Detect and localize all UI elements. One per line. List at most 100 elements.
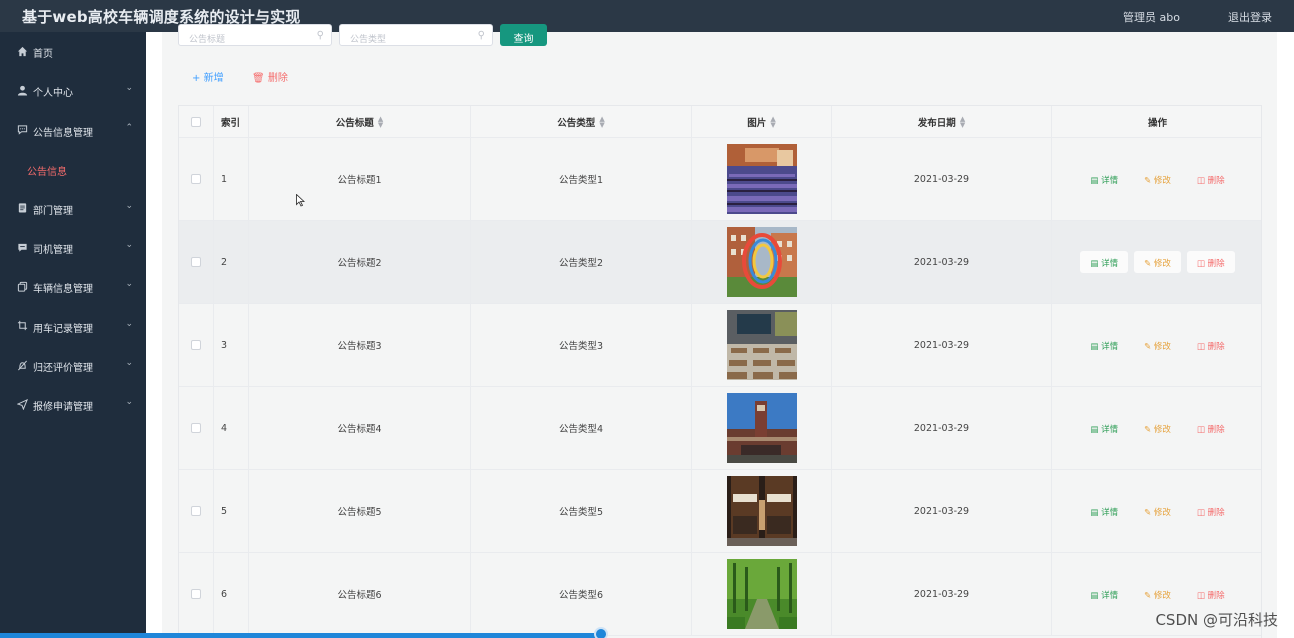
- auditorium-image[interactable]: [726, 144, 797, 214]
- notice-table: 索引 公告标题 ▲ ▼ 公告类型 ▲ ▼ 图片 ▲ ▼ 发布日期 ▲ ▼ 操作 1: [178, 105, 1262, 638]
- sort-icon[interactable]: ▲ ▼: [960, 115, 965, 128]
- detail-button[interactable]: ▤ 详情: [1080, 500, 1128, 522]
- row-type: 公告类型6: [471, 553, 692, 635]
- edit-button[interactable]: ✎ 修改: [1134, 583, 1181, 605]
- row-type: 公告类型3: [471, 304, 692, 386]
- column-header-date[interactable]: 发布日期 ▲ ▼: [832, 106, 1052, 137]
- batch-delete-button[interactable]: 🗑 删除: [252, 69, 288, 84]
- column-header-label: 公告标题: [335, 117, 374, 129]
- edit-button[interactable]: ✎ 修改: [1134, 334, 1181, 356]
- row-index: 5: [214, 470, 249, 552]
- edit-button[interactable]: ✎ 修改: [1134, 168, 1181, 190]
- horizontal-scrollbar-track[interactable]: [0, 633, 600, 638]
- tree-path-image[interactable]: [726, 559, 797, 629]
- delete-label: 删除: [1207, 259, 1225, 269]
- detail-label: 详情: [1101, 176, 1119, 186]
- sidebar-item-repair-request[interactable]: 报修申请管理 ⌄: [0, 385, 146, 424]
- row-checkbox[interactable]: [191, 257, 201, 267]
- row-index: 2: [214, 221, 249, 303]
- row-actions: ▤ 详情 ✎ 修改 ◫ 删除: [1052, 304, 1261, 386]
- delete-label: 删除: [1207, 342, 1225, 352]
- chevron-down-icon: ⌄: [125, 83, 133, 94]
- row-date: 2021-03-29: [832, 221, 1052, 303]
- sidebar-subitem-notice-info[interactable]: 公告信息: [0, 150, 146, 189]
- sidebar-item-label: 个人中心: [33, 88, 73, 100]
- edit-label: 修改: [1153, 425, 1171, 435]
- plus-icon: +: [192, 73, 201, 84]
- add-button[interactable]: + 新增: [192, 69, 224, 84]
- document-icon: ▤: [1090, 259, 1099, 269]
- row-checkbox[interactable]: [191, 174, 201, 184]
- sidebar-item-notice-management[interactable]: 公告信息管理 ⌃: [0, 111, 146, 150]
- edit-label: 修改: [1153, 259, 1171, 269]
- main-content: 公告标题 ⚲ 公告类型 ⚲ 查询 + 新增 🗑 删除 索引 公告标题 ▲ ▼ 公…: [146, 24, 1294, 638]
- select-all-checkbox[interactable]: [191, 116, 201, 127]
- search-placeholder: 公告类型: [350, 35, 387, 45]
- trash-icon: ◫: [1196, 508, 1205, 518]
- sidebar-item-profile[interactable]: 个人中心 ⌄: [0, 71, 146, 110]
- delete-label: 删除: [1207, 176, 1225, 186]
- classroom-image[interactable]: [726, 310, 797, 380]
- sidebar-item-return-review[interactable]: 归还评价管理 ⌄: [0, 346, 146, 385]
- sculpture-image[interactable]: [726, 227, 797, 297]
- logout-link[interactable]: 退出登录: [1228, 9, 1272, 25]
- detail-label: 详情: [1101, 425, 1119, 435]
- horizontal-scrollbar-thumb[interactable]: [594, 627, 608, 638]
- chat-icon: [16, 241, 28, 253]
- table-header: 索引 公告标题 ▲ ▼ 公告类型 ▲ ▼ 图片 ▲ ▼ 发布日期 ▲ ▼ 操作: [179, 105, 1261, 138]
- detail-button[interactable]: ▤ 详情: [1080, 583, 1128, 605]
- row-checkbox[interactable]: [191, 340, 201, 350]
- delete-button[interactable]: ◫ 删除: [1187, 500, 1235, 522]
- row-image-cell: [692, 221, 832, 303]
- sidebar-item-home[interactable]: 首页: [0, 32, 146, 71]
- row-checkbox[interactable]: [191, 506, 201, 516]
- dormitory-image[interactable]: [726, 476, 797, 546]
- detail-label: 详情: [1101, 259, 1119, 269]
- table-row: 4 公告标题4 公告类型4 2021-03-29 ▤ 详情 ✎ 修改 ◫ 删除: [179, 387, 1261, 470]
- add-button-label: 新增: [203, 73, 224, 84]
- edit-button[interactable]: ✎ 修改: [1134, 417, 1181, 439]
- table-row: 5 公告标题5 公告类型5 2021-03-29 ▤ 详情 ✎ 修改 ◫ 删除: [179, 470, 1261, 553]
- row-image-cell: [692, 470, 832, 552]
- detail-button[interactable]: ▤ 详情: [1080, 168, 1128, 190]
- delete-button[interactable]: ◫ 删除: [1187, 583, 1235, 605]
- column-header-index: 索引: [214, 106, 249, 137]
- detail-label: 详情: [1101, 508, 1119, 518]
- detail-button[interactable]: ▤ 详情: [1080, 251, 1129, 273]
- delete-button[interactable]: ◫ 删除: [1187, 417, 1235, 439]
- edit-icon: ✎: [1144, 176, 1152, 186]
- row-title: 公告标题1: [249, 138, 471, 220]
- detail-button[interactable]: ▤ 详情: [1080, 334, 1128, 356]
- row-checkbox[interactable]: [191, 589, 201, 599]
- row-type: 公告类型5: [471, 470, 692, 552]
- sort-icon[interactable]: ▲ ▼: [770, 115, 775, 128]
- sort-icon[interactable]: ▲ ▼: [378, 115, 383, 128]
- column-header-title[interactable]: 公告标题 ▲ ▼: [249, 106, 471, 137]
- row-checkbox[interactable]: [191, 423, 201, 433]
- edit-icon: ✎: [1144, 259, 1152, 269]
- detail-button[interactable]: ▤ 详情: [1080, 417, 1128, 439]
- document-icon: ▤: [1090, 342, 1099, 352]
- delete-button[interactable]: ◫ 删除: [1187, 168, 1235, 190]
- sidebar-item-usage-record[interactable]: 用车记录管理 ⌄: [0, 307, 146, 346]
- sort-icon[interactable]: ▲ ▼: [599, 115, 604, 128]
- trash-icon: ◫: [1196, 342, 1205, 352]
- delete-button[interactable]: ◫ 删除: [1187, 334, 1235, 356]
- notice-title-search-input[interactable]: 公告标题 ⚲: [178, 24, 332, 46]
- query-button[interactable]: 查询: [500, 24, 547, 46]
- search-icon: ⚲: [316, 30, 324, 41]
- select-all-cell: [179, 106, 214, 137]
- sidebar-item-driver[interactable]: 司机管理 ⌄: [0, 228, 146, 267]
- sidebar-item-vehicle[interactable]: 车辆信息管理 ⌄: [0, 267, 146, 306]
- column-header-type[interactable]: 公告类型 ▲ ▼: [471, 106, 692, 137]
- delete-button[interactable]: ◫ 删除: [1186, 251, 1235, 273]
- edit-button[interactable]: ✎ 修改: [1134, 500, 1181, 522]
- edit-button[interactable]: ✎ 修改: [1134, 251, 1181, 273]
- campus-building-image[interactable]: [726, 393, 797, 463]
- detail-label: 详情: [1101, 591, 1119, 601]
- notice-type-search-input[interactable]: 公告类型 ⚲: [339, 24, 493, 46]
- column-header-image[interactable]: 图片 ▲ ▼: [692, 106, 832, 137]
- sidebar-item-department[interactable]: 部门管理 ⌄: [0, 189, 146, 228]
- row-title: 公告标题2: [249, 221, 471, 303]
- row-actions: ▤ 详情 ✎ 修改 ◫ 删除: [1052, 387, 1261, 469]
